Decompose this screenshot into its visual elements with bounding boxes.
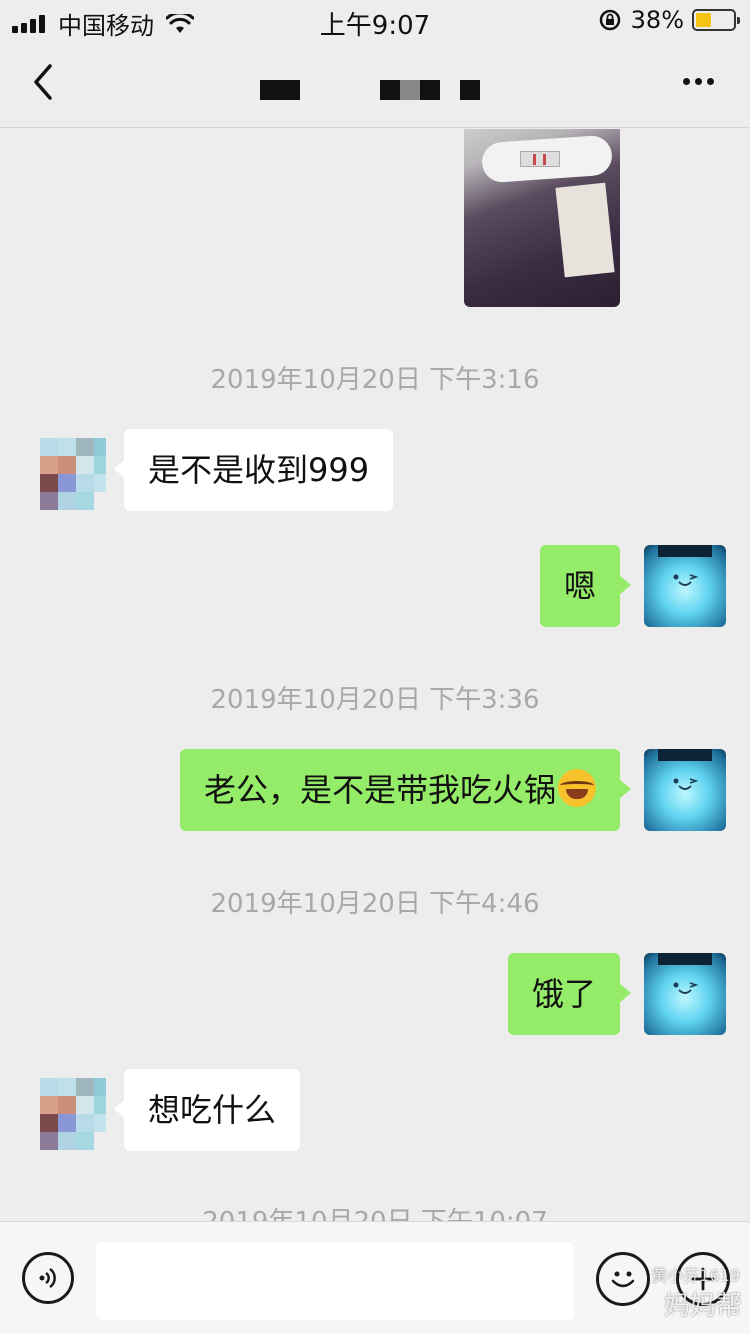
rotation-lock-icon [599, 9, 620, 31]
timestamp: 2019年10月20日 下午10:07 [0, 1201, 750, 1221]
tears-of-joy-emoji-icon [558, 769, 596, 807]
contact-avatar[interactable] [24, 430, 106, 512]
my-avatar[interactable] [644, 749, 726, 831]
voice-icon [39, 1267, 56, 1289]
timestamp: 2019年10月20日 下午3:36 [210, 685, 540, 715]
watermark-brand: 妈妈帮 [663, 1291, 742, 1321]
my-avatar[interactable] [644, 953, 726, 1035]
incoming-message[interactable]: 是不是收到999 [113, 429, 394, 511]
timestamp: 2019年10月20日 下午3:16 [210, 365, 540, 395]
my-avatar[interactable] [644, 545, 726, 627]
outgoing-message[interactable]: 嗯 [539, 545, 632, 627]
emoji-button[interactable] [596, 1252, 650, 1306]
voice-button[interactable] [22, 1252, 74, 1304]
incoming-message[interactable]: 想吃什么 [113, 1069, 301, 1151]
watermark-username: 黄小芬1619 [651, 1266, 740, 1285]
battery-icon [692, 9, 740, 31]
smiley-icon [611, 1271, 635, 1288]
status-bar: 中国移动 上午9:07 38% [0, 0, 750, 41]
outgoing-message[interactable]: 饿了 [507, 953, 632, 1035]
timestamp: 2019年10月20日 下午4:46 [210, 889, 540, 919]
more-dots-icon[interactable] [678, 78, 714, 85]
message-text: 老公，是不是带我吃火锅 [203, 771, 556, 809]
status-right: 38% [599, 6, 740, 34]
battery-percent: 38% [630, 6, 684, 34]
chat-history[interactable]: 2019年10月20日 下午3:16 是不是收到999 嗯 2019年10月20… [0, 129, 750, 1221]
contact-avatar[interactable] [24, 1070, 106, 1152]
outgoing-message[interactable]: 老公，是不是带我吃火锅 [179, 749, 632, 831]
message-input[interactable] [96, 1242, 574, 1320]
chevron-left-icon[interactable] [28, 62, 58, 102]
input-bar: 黄小芬1619 妈妈帮 [0, 1221, 750, 1334]
nav-bar [0, 40, 750, 128]
image-message[interactable] [464, 129, 620, 307]
